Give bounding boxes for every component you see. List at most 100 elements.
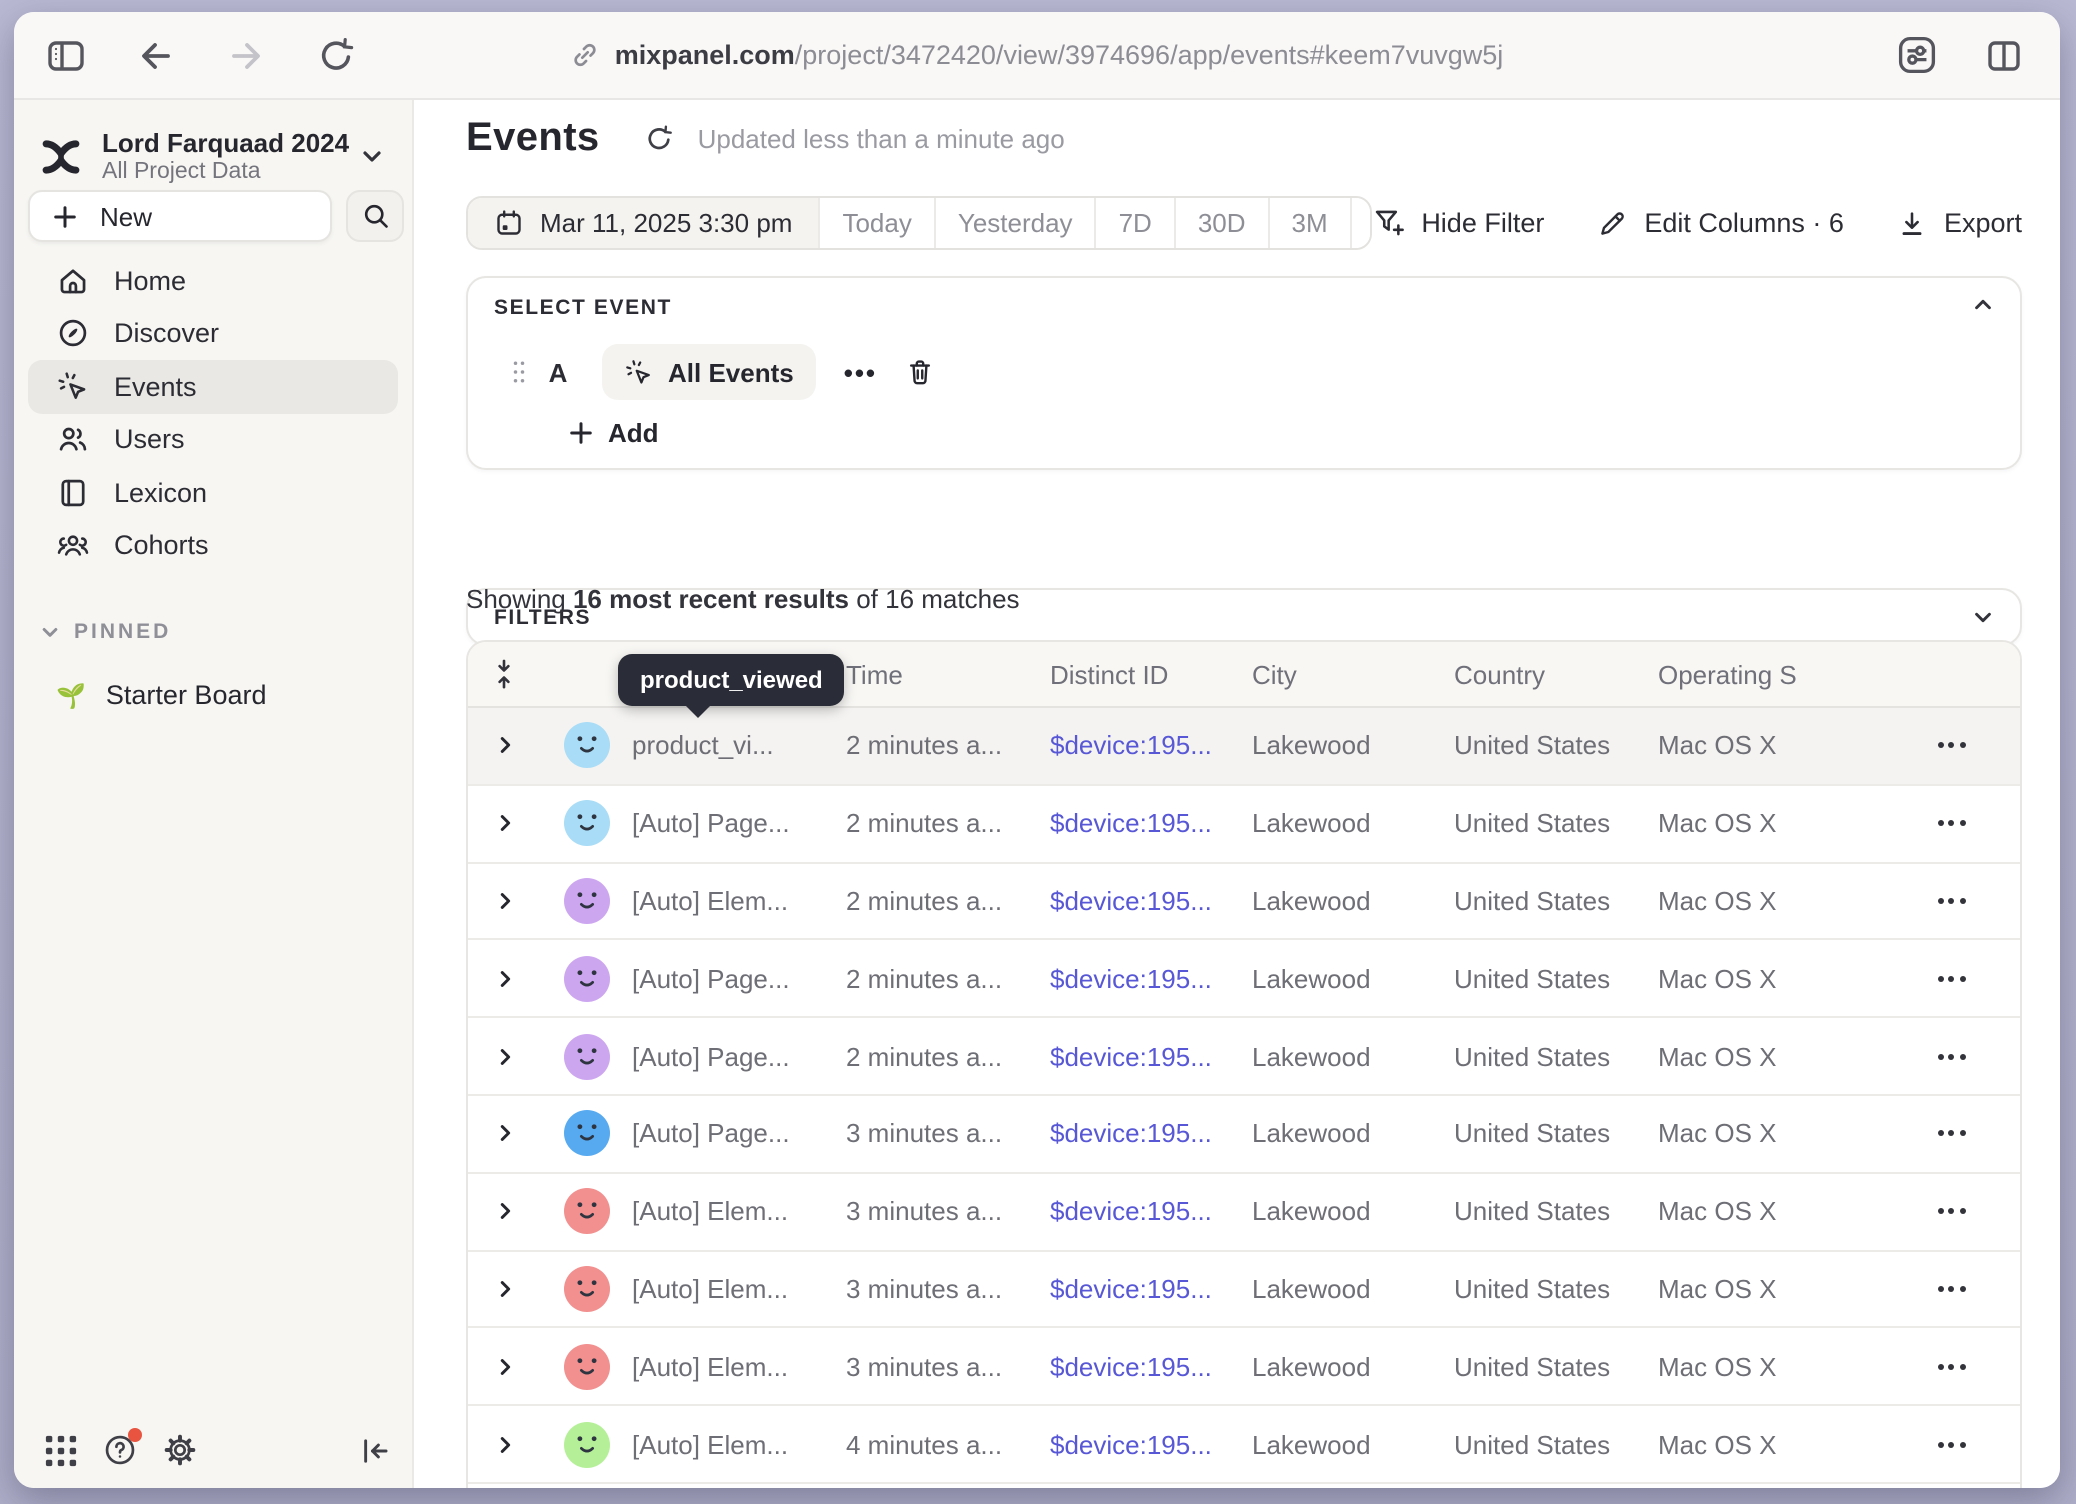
table-row[interactable]: [Auto] Page... 2 minutes a... $device:19… [468, 786, 2020, 864]
apps-grid-icon[interactable] [44, 1433, 78, 1467]
delete-event-icon[interactable] [903, 356, 935, 388]
date-preset-button[interactable]: 30D [1176, 198, 1270, 248]
table-row[interactable]: [Auto] Elem... 3 minutes a... $device:19… [468, 1174, 2020, 1252]
cell-distinct-id[interactable]: $device:195... [1050, 886, 1252, 916]
row-more-options-icon[interactable] [1882, 1053, 2020, 1059]
column-header-time[interactable]: Time [846, 659, 1050, 689]
table-row[interactable]: [Auto] Elem... 3 minutes a... $device:19… [468, 1251, 2020, 1329]
forward-icon[interactable] [222, 31, 270, 79]
new-button[interactable]: New [28, 190, 332, 242]
settings-gear-icon[interactable] [162, 1432, 198, 1468]
row-more-options-icon[interactable] [1882, 1208, 2020, 1214]
column-header-os[interactable]: Operating S [1658, 659, 1882, 689]
date-preset-button[interactable]: 3M [1270, 198, 1352, 248]
cell-distinct-id[interactable]: $device:195... [1050, 1119, 1252, 1149]
event-selector-button[interactable]: All Events [602, 344, 816, 400]
date-range-button[interactable]: Mar 11, 2025 3:30 pm [468, 198, 820, 248]
cell-distinct-id[interactable]: $device:195... [1050, 1274, 1252, 1304]
sidebar-item-users[interactable]: Users [28, 413, 398, 466]
cell-distinct-id[interactable]: $device:195... [1050, 964, 1252, 994]
expand-row-icon[interactable] [468, 735, 540, 757]
date-preset-button[interactable]: 7D [1097, 198, 1176, 248]
expand-row-icon[interactable] [468, 1045, 540, 1067]
sidebar-toggle-icon[interactable] [42, 31, 90, 79]
cell-city: Lakewood [1252, 1196, 1454, 1226]
expand-row-icon[interactable] [468, 968, 540, 990]
cell-distinct-id[interactable]: $device:195... [1050, 731, 1252, 761]
chevron-down-icon [360, 144, 384, 168]
column-header-city[interactable]: City [1252, 659, 1454, 689]
table-row[interactable]: [Auto] Page... 2 minutes a... $device:19… [468, 941, 2020, 1019]
row-more-options-icon[interactable] [1882, 1364, 2020, 1370]
edit-columns-button[interactable]: Edit Columns · 6 [1596, 207, 1844, 239]
table-row[interactable]: [Auto] Elem... 4 minutes a... $device:19… [468, 1406, 2020, 1484]
row-more-options-icon[interactable] [1882, 1131, 2020, 1137]
table-row[interactable]: product_vi... 2 minutes a... $device:195… [468, 708, 2020, 786]
page-settings-icon[interactable] [1892, 31, 1940, 79]
pinned-label: PINNED [74, 620, 171, 644]
row-more-options-icon[interactable] [1882, 898, 2020, 904]
cell-distinct-id[interactable]: $device:195... [1050, 1429, 1252, 1459]
event-avatar [563, 800, 609, 846]
row-more-options-icon[interactable] [1882, 820, 2020, 826]
sidebar-item-home[interactable]: Home [28, 254, 398, 307]
expand-row-icon[interactable] [468, 1200, 540, 1222]
event-more-options-icon[interactable]: ••• [844, 357, 877, 387]
table-row[interactable]: [Auto] Elem... 2 minutes a... $device:19… [468, 863, 2020, 941]
drag-handle-icon[interactable] [510, 358, 528, 386]
expand-row-icon[interactable] [468, 812, 540, 834]
search-button[interactable] [346, 190, 404, 242]
sidebar-item-cohorts[interactable]: Cohorts [28, 519, 398, 572]
sidebar-item-discover[interactable]: Discover [28, 307, 398, 360]
collapse-panel-icon[interactable] [1972, 294, 1994, 316]
project-switcher[interactable]: Lord Farquaad 2024 All Project Data [40, 114, 396, 198]
cell-distinct-id[interactable]: $device:195... [1050, 1041, 1252, 1071]
add-event-button[interactable]: Add [568, 418, 659, 448]
calendar-icon [494, 208, 524, 238]
cell-city: Lakewood [1252, 1429, 1454, 1459]
reload-icon[interactable] [312, 31, 360, 79]
row-more-options-icon[interactable] [1882, 1441, 2020, 1447]
table-row[interactable]: [Auto] Elem... 3 minutes a... $device:19… [468, 1329, 2020, 1407]
expand-row-icon[interactable] [468, 890, 540, 912]
hide-filter-button[interactable]: Hide Filter [1371, 206, 1544, 240]
sidebar-item-label: Lexicon [114, 478, 207, 508]
row-more-options-icon[interactable] [1882, 1286, 2020, 1292]
column-header-distinct-id[interactable]: Distinct ID [1050, 659, 1252, 689]
cell-distinct-id[interactable]: $device:195... [1050, 808, 1252, 838]
date-preset-button[interactable]: 6M [1352, 198, 1372, 248]
plus-icon [52, 203, 78, 229]
date-preset-button[interactable]: Yesterday [936, 198, 1097, 248]
table-row[interactable] [468, 1484, 2020, 1488]
compass-icon [56, 317, 90, 351]
expand-row-icon[interactable] [468, 1278, 540, 1300]
sidebar-item-starter-board[interactable]: 🌱 Starter Board [28, 668, 398, 722]
sidebar-item-events[interactable]: Events [28, 360, 398, 413]
collapse-sidebar-icon[interactable] [358, 1433, 392, 1467]
tooltip: product_viewed [618, 654, 845, 706]
cell-event-name: [Auto] Page... [632, 964, 846, 994]
cell-distinct-id[interactable]: $device:195... [1050, 1352, 1252, 1382]
help-icon[interactable] [102, 1432, 138, 1468]
sidebar-item-lexicon[interactable]: Lexicon [28, 466, 398, 519]
collapse-rows-icon[interactable] [468, 658, 540, 690]
row-more-options-icon[interactable] [1882, 743, 2020, 749]
back-icon[interactable] [132, 31, 180, 79]
refresh-icon[interactable] [644, 124, 674, 154]
expand-row-icon[interactable] [468, 1433, 540, 1455]
export-button[interactable]: Export [1896, 207, 2022, 239]
pinned-section-header[interactable]: PINNED [40, 620, 171, 644]
cell-distinct-id[interactable]: $device:195... [1050, 1196, 1252, 1226]
row-more-options-icon[interactable] [1882, 976, 2020, 982]
split-view-icon[interactable] [1980, 31, 2028, 79]
cell-os: Mac OS X [1658, 1352, 1882, 1382]
date-preset-button[interactable]: Today [820, 198, 935, 248]
table-row[interactable]: [Auto] Page... 3 minutes a... $device:19… [468, 1096, 2020, 1174]
table-row[interactable]: [Auto] Page... 2 minutes a... $device:19… [468, 1018, 2020, 1096]
column-header-country[interactable]: Country [1454, 659, 1658, 689]
expand-row-icon[interactable] [468, 1123, 540, 1145]
address-bar[interactable]: mixpanel.com/project/3472420/view/397469… [571, 40, 1504, 70]
expand-row-icon[interactable] [468, 1356, 540, 1378]
event-avatar [563, 723, 609, 769]
expand-panel-icon[interactable] [1972, 606, 1994, 628]
